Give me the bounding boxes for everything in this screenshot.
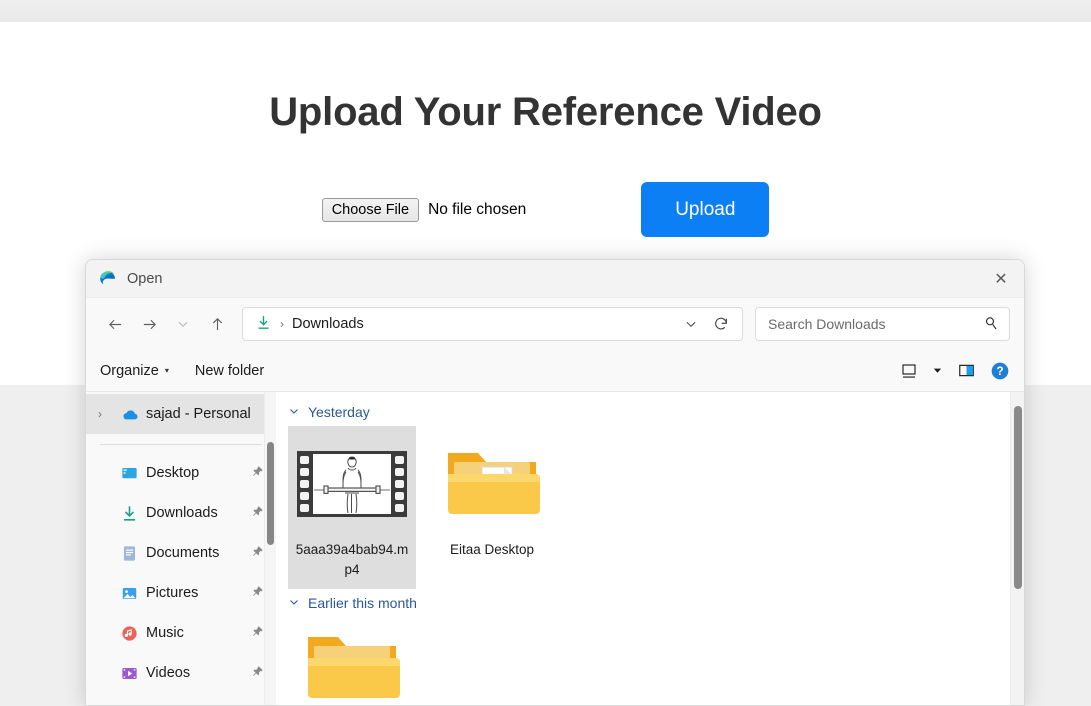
page-title: Upload Your Reference Video [269,90,822,134]
sidebar-scrollbar-thumb[interactable] [267,442,274,545]
view-layout-icon[interactable] [900,362,918,380]
search-downloads-box[interactable]: Search Downloads [755,307,1010,341]
file-list-pane: Yesterday 5aaa39a4bab94.mp4 Eitaa Deskto… [276,392,1024,705]
group-header-label: Earlier this month [308,595,417,612]
downloads-icon [120,504,146,523]
dialog-body: › sajad - Personal Desktop Downloads Doc… [86,392,1024,705]
new-folder-button[interactable]: New folder [195,363,264,379]
pin-icon[interactable] [251,465,264,481]
sidebar-item-label: Pictures [146,585,199,601]
file-tile-folder[interactable]: Eitaa Desktop [428,426,556,589]
sidebar-item-downloads[interactable]: Downloads [86,493,276,533]
folder-thumbnail [440,434,544,534]
sidebar-item-account[interactable]: › sajad - Personal [86,394,276,434]
search-icon[interactable] [983,315,999,334]
file-list-scrollbar[interactable] [1010,392,1024,705]
pin-icon[interactable] [251,585,264,601]
sidebar-item-label: Documents [146,545,220,561]
file-tiles-yesterday: 5aaa39a4bab94.mp4 Eitaa Desktop [288,426,1024,590]
close-icon[interactable]: ✕ [978,260,1024,298]
group-header-earlier-this-month[interactable]: Earlier this month [288,595,1024,611]
sidebar-account-label: sajad - Personal [146,406,251,422]
desktop-icon [120,464,146,483]
sidebar-item-label: Desktop [146,465,200,481]
dialog-titlebar: Open ✕ [86,260,1024,298]
sidebar-item-label: Music [146,625,184,641]
address-bar[interactable]: › Downloads [242,307,743,341]
pin-icon[interactable] [251,665,264,681]
dialog-navigation-row: › Downloads Search Downloads [86,298,1024,350]
file-tile-label: Eitaa Desktop [449,542,535,557]
recent-locations-button[interactable] [166,307,200,341]
open-file-dialog: Open ✕ › Downloads Search Downloads Orga… [85,259,1025,706]
file-tile-folder[interactable] [288,617,416,699]
choose-file-button[interactable]: Choose File [321,197,420,222]
upload-button[interactable]: Upload [641,182,770,237]
file-tiles-earlier-this-month [288,617,1024,699]
group-header-yesterday[interactable]: Yesterday [288,404,1024,420]
sidebar-item-videos[interactable]: Videos [86,653,276,693]
file-list-scrollbar-thumb[interactable] [1014,406,1022,589]
dialog-command-bar: Organize ▾ New folder ? [86,350,1024,392]
onedrive-cloud-icon [120,404,146,424]
sidebar-item-pictures[interactable]: Pictures [86,573,276,613]
downloads-icon [255,314,272,334]
sidebar-item-label: Videos [146,665,191,681]
view-dropdown-icon[interactable] [932,365,943,376]
group-header-label: Yesterday [308,404,370,420]
pin-icon[interactable] [251,545,264,561]
help-icon[interactable]: ? [990,361,1010,381]
music-icon [120,624,146,643]
back-button[interactable] [98,307,132,341]
svg-text:?: ? [996,365,1003,378]
file-tile-video[interactable]: 5aaa39a4bab94.mp4 [288,426,416,590]
pictures-icon [120,584,146,603]
dialog-title: Open [127,270,163,287]
sidebar-item-music[interactable]: Music [86,613,276,653]
chevron-down-icon: ▾ [164,366,169,375]
chevron-down-icon[interactable] [288,405,300,420]
navigation-sidebar: › sajad - Personal Desktop Downloads Doc… [86,392,276,705]
folder-thumbnail [300,625,404,699]
chevron-right-icon[interactable]: › [98,407,120,421]
videos-icon [120,664,146,683]
chevron-down-icon[interactable] [288,596,300,611]
breadcrumb-separator: › [280,317,284,331]
file-tile-label: 5aaa39a4bab94.mp4 [295,542,409,577]
chevron-down-icon[interactable] [676,309,706,339]
organize-label: Organize [100,362,159,379]
file-chosen-status: No file chosen [428,200,527,218]
breadcrumb-current[interactable]: Downloads [292,316,364,332]
sidebar-divider [100,444,262,445]
sidebar-item-label: Downloads [146,505,218,521]
video-thumbnail [296,434,408,534]
sidebar-scrollbar[interactable] [264,392,276,705]
edge-icon [98,268,117,290]
browser-chrome-strip [0,0,1091,22]
documents-icon [120,544,146,563]
pin-icon[interactable] [251,625,264,641]
forward-button[interactable] [132,307,166,341]
file-input[interactable]: Choose File No file chosen [321,197,527,222]
organize-menu-button[interactable]: Organize ▾ [100,363,169,379]
sidebar-item-documents[interactable]: Documents [86,533,276,573]
preview-pane-icon[interactable] [957,361,976,380]
refresh-icon[interactable] [706,309,736,339]
upload-controls-row: Choose File No file chosen Upload [0,182,1091,237]
sidebar-item-desktop[interactable]: Desktop [86,453,276,493]
search-input[interactable]: Search Downloads [768,316,983,332]
pin-icon[interactable] [251,505,264,521]
up-button[interactable] [200,307,234,341]
